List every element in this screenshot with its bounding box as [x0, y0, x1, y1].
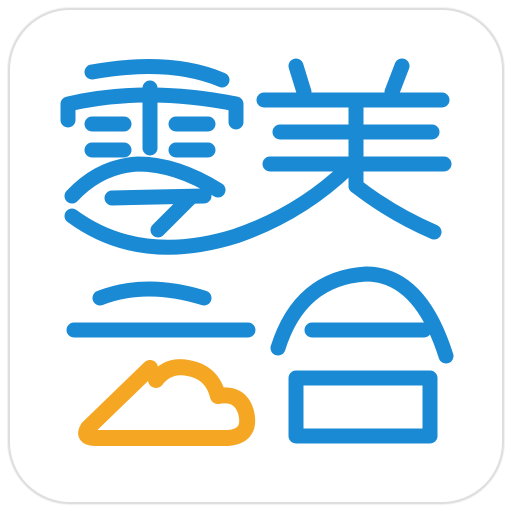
char-ling	[60, 59, 244, 238]
char-yun	[66, 281, 256, 338]
char-he	[270, 266, 454, 444]
cloud-icon	[78, 359, 256, 446]
ling-mei-yun-he-logo	[60, 58, 454, 446]
